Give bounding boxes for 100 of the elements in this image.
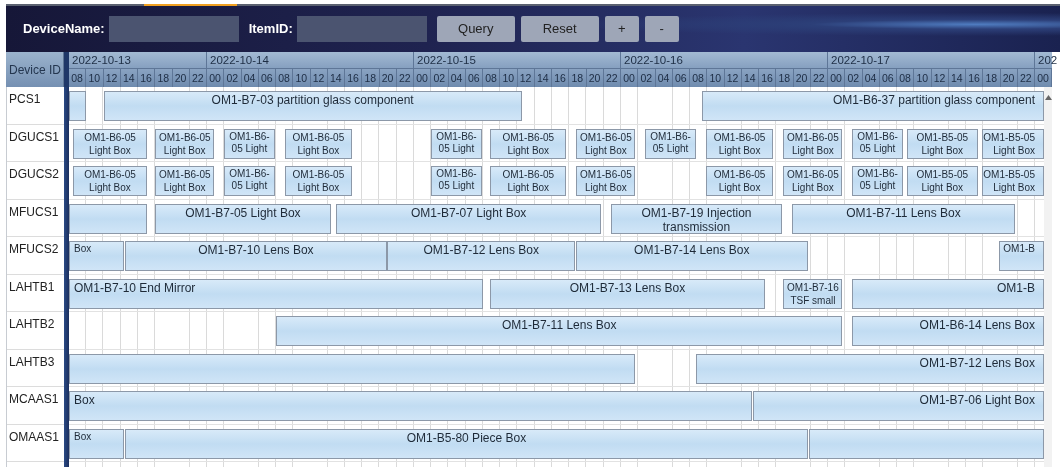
hour-header: 18 bbox=[983, 69, 1001, 87]
task-bar[interactable]: OM1-B6-05 Light Box bbox=[705, 166, 774, 196]
hour-header: 00 bbox=[207, 69, 225, 87]
task-bar[interactable]: OM1-B7-12 Lens Box bbox=[387, 241, 575, 271]
hour-header: 02 bbox=[845, 69, 863, 87]
hour-header: 00 bbox=[1035, 69, 1053, 87]
task-bar[interactable]: OM1-B6-05 Light bbox=[852, 128, 903, 159]
task-bar[interactable]: OM1-B6-05 Light Box bbox=[783, 128, 843, 159]
task-bar[interactable]: OM1-B5-05 Light Box bbox=[907, 166, 978, 196]
task-bar[interactable]: OM1-B6-05 Light bbox=[431, 128, 482, 159]
task-bar[interactable]: OM1-B7-11 Lens Box bbox=[276, 316, 843, 346]
hour-header: 10 bbox=[707, 69, 725, 87]
task-bar[interactable]: OM1-B7-10 End Mirror bbox=[69, 278, 483, 309]
date-header: 2022-10-14 bbox=[207, 52, 414, 69]
hour-header: 18 bbox=[569, 69, 587, 87]
task-bar[interactable]: OM1-B5-80 Piece Box bbox=[125, 428, 808, 459]
hour-header: 18 bbox=[155, 69, 173, 87]
task-bar[interactable]: OM1-B6-05 Light Box bbox=[284, 128, 353, 159]
toolbar-button[interactable]: + bbox=[604, 16, 639, 42]
task-bar[interactable]: OM1-B6-05 Light Box bbox=[73, 128, 147, 159]
task-bar[interactable]: OM1-B6-05 Light bbox=[224, 128, 275, 159]
task-bar[interactable]: OM1-B6-05 Light bbox=[224, 166, 275, 196]
task-bar[interactable]: OM1-B5-05 Light Box bbox=[981, 166, 1044, 196]
task-bar[interactable]: OM1-B6-05 Light Box bbox=[155, 128, 215, 159]
hour-header: 02 bbox=[224, 69, 242, 87]
scroll-up-icon[interactable] bbox=[1044, 95, 1052, 100]
device-name: LAHTB2 bbox=[8, 316, 55, 333]
hour-header: 16 bbox=[966, 69, 984, 87]
task-bar[interactable]: OM1-B7-19 Injection transmission bbox=[610, 203, 782, 234]
input-field[interactable] bbox=[108, 16, 239, 42]
task-bar[interactable]: OM1-B bbox=[852, 278, 1044, 309]
task-bar[interactable] bbox=[69, 353, 636, 384]
hour-header: 18 bbox=[776, 69, 794, 87]
hour-header: 10 bbox=[500, 69, 518, 87]
task-bar[interactable] bbox=[69, 91, 87, 121]
task-bar[interactable]: OM1-B6-05 Light Box bbox=[284, 166, 353, 196]
task-bar[interactable]: OM1-B6-05 Light Box bbox=[490, 166, 567, 196]
task-bar[interactable]: OM1-B5-05 Light Box bbox=[981, 128, 1044, 159]
task-bar[interactable]: OM1-B6-05 Light Box bbox=[73, 166, 147, 196]
task-bar[interactable]: OM1-B6-05 Light Box bbox=[783, 166, 843, 196]
hour-header: 10 bbox=[293, 69, 311, 87]
field-label: DeviceName: bbox=[23, 20, 105, 39]
task-bar[interactable]: OM1-B6-14 Lens Box bbox=[852, 316, 1044, 346]
toolbar-button[interactable]: Query bbox=[436, 16, 515, 42]
device-name: OMAAS1 bbox=[8, 428, 59, 446]
task-bar[interactable]: Box bbox=[69, 241, 124, 271]
task-bar[interactable]: OM1-B7-11 Lens Box bbox=[792, 203, 1015, 234]
field-label: ItemID: bbox=[248, 20, 293, 39]
task-bar[interactable]: OM1-B6-05 Light bbox=[645, 128, 696, 159]
task-bar[interactable]: OM1-B7-16 TSF small bbox=[783, 278, 843, 309]
task-bar[interactable]: OM1-B7-14 Lens Box bbox=[575, 241, 808, 271]
hour-header: 10 bbox=[86, 69, 104, 87]
hour-header: 00 bbox=[621, 69, 639, 87]
hour-header: 16 bbox=[552, 69, 570, 87]
device-name: MCAAS1 bbox=[8, 391, 59, 408]
task-bar[interactable] bbox=[69, 203, 147, 234]
device-name: DGUCS1 bbox=[8, 128, 59, 146]
task-bar[interactable]: OM1-B6-05 Light Box bbox=[576, 166, 636, 196]
task-bar[interactable]: OM1-B7-03 partition glass component bbox=[103, 91, 522, 121]
task-bar[interactable]: OM1-B6-05 Light bbox=[431, 166, 482, 196]
task-bar[interactable]: OM1-B6-05 Light Box bbox=[490, 128, 567, 159]
toolbar-button[interactable]: Reset bbox=[520, 16, 599, 42]
task-bar[interactable]: OM1-B6-05 Light Box bbox=[155, 166, 215, 196]
task-bar[interactable]: OM1-B7-06 Light Box bbox=[752, 391, 1044, 421]
hour-header: 08 bbox=[69, 69, 87, 87]
task-bar[interactable]: OM1-B6-05 Light Box bbox=[576, 128, 636, 159]
task-bar[interactable]: OM1-B7-05 Light Box bbox=[155, 203, 331, 234]
hour-header: 02 bbox=[638, 69, 656, 87]
column-header: Device ID bbox=[6, 52, 64, 87]
task-bar[interactable]: OM1-B bbox=[999, 241, 1044, 271]
input-field[interactable] bbox=[296, 16, 427, 42]
hour-header: 18 bbox=[362, 69, 380, 87]
task-bar[interactable]: OM1-B6-05 Light Box bbox=[705, 128, 774, 159]
device-name: MFUCS2 bbox=[8, 241, 59, 258]
date-header: 2022-10-16 bbox=[621, 52, 828, 69]
task-bar[interactable]: OM1-B7-10 Lens Box bbox=[125, 241, 387, 271]
device-name: LAHTB1 bbox=[8, 278, 55, 296]
hour-header: 16 bbox=[345, 69, 363, 87]
device-name: LAHTB3 bbox=[8, 353, 55, 371]
hour-header: 08 bbox=[276, 69, 294, 87]
device-name: MFUCS1 bbox=[8, 203, 59, 221]
hour-header: 08 bbox=[897, 69, 915, 87]
device-name: DGUCS2 bbox=[8, 166, 59, 183]
date-header: 2022-10-13 bbox=[69, 52, 207, 69]
hour-header: 10 bbox=[914, 69, 932, 87]
task-bar[interactable]: OM1-B7-12 Lens Box bbox=[695, 353, 1044, 384]
date-header: 2022-10-17 bbox=[828, 52, 1035, 69]
task-bar[interactable]: Box bbox=[69, 391, 752, 421]
task-bar[interactable]: OM1-B6-05 Light bbox=[852, 166, 903, 196]
task-bar[interactable]: OM1-B7-07 Light Box bbox=[336, 203, 601, 234]
hour-header: 16 bbox=[759, 69, 777, 87]
scrollbar[interactable] bbox=[1044, 87, 1052, 467]
task-bar[interactable]: Box bbox=[69, 428, 124, 459]
task-bar[interactable]: OM1-B7-13 Lens Box bbox=[490, 278, 765, 309]
hour-header: 08 bbox=[483, 69, 501, 87]
task-bar[interactable] bbox=[808, 428, 1044, 459]
toolbar-button[interactable]: - bbox=[644, 16, 679, 42]
task-bar[interactable]: OM1-B6-37 partition glass component bbox=[701, 91, 1044, 121]
date-header: 2022-10-15 bbox=[414, 52, 621, 69]
task-bar[interactable]: OM1-B5-05 Light Box bbox=[907, 128, 978, 159]
